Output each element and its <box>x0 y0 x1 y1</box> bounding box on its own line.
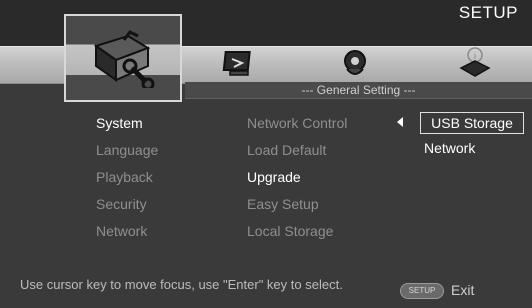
speaker-icon <box>344 50 366 75</box>
menu-item-network[interactable]: Network <box>96 218 158 245</box>
option-list: Network Control Load Default Upgrade Eas… <box>247 110 347 245</box>
submenu-item-usb-storage[interactable]: USB Storage <box>420 112 524 134</box>
section-header-label: --- General Setting --- <box>301 83 416 97</box>
toolbox-wrench-icon <box>93 30 155 88</box>
section-header: --- General Setting --- <box>185 82 532 99</box>
category-list: System Language Playback Security Networ… <box>96 110 158 245</box>
submenu-item-network[interactable]: Network <box>424 140 475 156</box>
option-easy-setup[interactable]: Easy Setup <box>247 191 347 218</box>
setup-screen: SETUP i --- General Setting --- System L… <box>0 0 532 308</box>
tab-system[interactable] <box>64 14 182 102</box>
option-network-control[interactable]: Network Control <box>247 110 347 137</box>
setup-button[interactable]: SETUP <box>400 283 444 299</box>
menu-item-system[interactable]: System <box>96 110 158 137</box>
svg-text:i: i <box>474 51 476 61</box>
option-upgrade[interactable]: Upgrade <box>247 164 347 191</box>
help-text: Use cursor key to move focus, use "Enter… <box>20 277 343 292</box>
tab-display[interactable] <box>220 48 260 80</box>
tab-audio[interactable] <box>335 48 375 80</box>
submenu-arrow-icon <box>397 117 403 127</box>
tab-info[interactable]: i <box>455 46 495 80</box>
menu-item-language[interactable]: Language <box>96 137 158 164</box>
info-icon: i <box>459 47 491 77</box>
menu-item-security[interactable]: Security <box>96 191 158 218</box>
option-local-storage[interactable]: Local Storage <box>247 218 347 245</box>
page-title: SETUP <box>458 3 518 22</box>
exit-label: Exit <box>451 282 475 298</box>
option-load-default[interactable]: Load Default <box>247 137 347 164</box>
menu-item-playback[interactable]: Playback <box>96 164 158 191</box>
display-icon <box>222 51 251 76</box>
